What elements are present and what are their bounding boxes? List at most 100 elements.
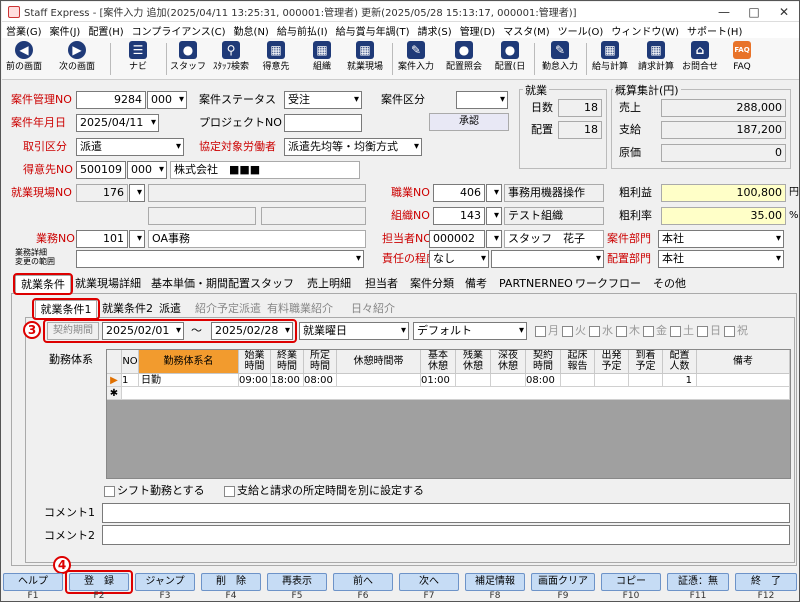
comment1-input[interactable]: [102, 503, 790, 523]
menu-item-jobs[interactable]: 案件(J): [46, 23, 85, 38]
org-button[interactable]: ▦ 組織: [302, 41, 342, 78]
grid-row-ot-break[interactable]: [456, 374, 491, 387]
work-select[interactable]: [129, 230, 145, 248]
prev-screen-button[interactable]: ◀ 前の画面: [4, 41, 44, 78]
job-no-input[interactable]: 9284: [76, 91, 146, 109]
grid-row-contract[interactable]: 08:00: [526, 374, 561, 387]
navi-button[interactable]: ☰ ナビ: [118, 41, 158, 78]
period-from-picker[interactable]: 2025/02/01: [102, 322, 184, 340]
weekday-sun-checkbox[interactable]: [697, 326, 708, 337]
grid-header-name[interactable]: 勤務体系名: [139, 350, 239, 374]
minimize-button[interactable]: —: [709, 2, 739, 22]
subtab-intro-dispatch[interactable]: 紹介予定派遣: [195, 300, 261, 318]
dept-select[interactable]: 本社: [658, 230, 784, 248]
tab-sales-detail[interactable]: 売上明細: [307, 275, 351, 293]
weekday-mon-checkbox[interactable]: [535, 326, 546, 337]
job-input-button[interactable]: ✎ 案件入力: [394, 41, 438, 78]
shift-checkbox[interactable]: [104, 486, 115, 497]
job-date-picker[interactable]: 2025/04/11: [76, 114, 159, 132]
grid-row-depart[interactable]: [595, 374, 629, 387]
grid-new-row[interactable]: [122, 387, 790, 400]
tab-unit-price[interactable]: 基本単価・期間配置スタッフ: [151, 275, 294, 293]
copy-button[interactable]: コピー: [601, 573, 661, 591]
menu-item-sales[interactable]: 営業(G): [2, 23, 46, 38]
resp-detail-select[interactable]: [491, 250, 604, 268]
menu-item-master[interactable]: マスタ(M): [499, 23, 553, 38]
site-no-input[interactable]: 176: [76, 184, 128, 202]
refresh-button[interactable]: 再表示: [267, 573, 327, 591]
maximize-button[interactable]: □: [739, 2, 769, 22]
labor-select[interactable]: 派遣先均等・均衡方式: [284, 138, 422, 156]
client-button[interactable]: ▦ 得意先: [256, 41, 296, 78]
tab-owner[interactable]: 担当者: [365, 275, 398, 293]
grid-row-count[interactable]: 1: [663, 374, 697, 387]
subtab-dispatch[interactable]: 派遣: [159, 300, 181, 318]
next-screen-button[interactable]: ▶ 次の画面: [52, 41, 102, 78]
separate-hours-checkbox[interactable]: [224, 486, 235, 497]
pattern-select[interactable]: デフォルト: [413, 322, 527, 340]
contract-period-button[interactable]: 契約期間: [47, 322, 99, 340]
menu-item-payroll[interactable]: 給与賞与年調(T): [332, 23, 414, 38]
comment2-input[interactable]: [102, 525, 790, 545]
assign-day-button[interactable]: ● 配置(日: [488, 41, 532, 78]
tab-partner[interactable]: PARTNER: [499, 275, 549, 293]
subtab-paid-placement[interactable]: 有料職業紹介: [267, 300, 333, 318]
tab-site-detail[interactable]: 就業現場詳細: [75, 275, 141, 293]
assign-dept-select[interactable]: 本社: [658, 250, 784, 268]
weekday-holiday-checkbox[interactable]: [724, 326, 735, 337]
tab-job-class[interactable]: 案件分類: [410, 275, 454, 293]
jump-button[interactable]: ジャンプ: [135, 573, 195, 591]
evidence-button[interactable]: 証憑：無: [667, 573, 729, 591]
grid-row-night-break[interactable]: [491, 374, 526, 387]
grid-row-end[interactable]: 18:00: [271, 374, 304, 387]
prev-button[interactable]: 前へ: [333, 573, 393, 591]
weekday-sat-checkbox[interactable]: [670, 326, 681, 337]
billing-calc-button[interactable]: ▦ 請求計算: [634, 41, 678, 78]
menu-item-assign[interactable]: 配置(H): [84, 23, 127, 38]
grid-row-arrive[interactable]: [629, 374, 663, 387]
grid-row-regular[interactable]: 08:00: [304, 374, 337, 387]
occupation-no-input[interactable]: 406: [433, 184, 485, 202]
menu-item-window[interactable]: ウィンドウ(W): [607, 23, 683, 38]
subtab-daily-intro[interactable]: 日々紹介: [351, 300, 395, 318]
weekday-tue-checkbox[interactable]: [562, 326, 573, 337]
next-button[interactable]: 次へ: [399, 573, 459, 591]
site-no-select[interactable]: [129, 184, 145, 202]
client-sub-select[interactable]: 000: [127, 161, 167, 179]
grid-row-name[interactable]: 日勤: [139, 374, 239, 387]
occupation-select[interactable]: [486, 184, 502, 202]
period-to-picker[interactable]: 2025/02/28: [211, 322, 293, 340]
menu-item-advance[interactable]: 給与前払(I): [273, 23, 332, 38]
close-button[interactable]: ✕: [769, 2, 799, 22]
attendance-input-button[interactable]: ✎ 勤怠入力: [536, 41, 584, 78]
payroll-calc-button[interactable]: ▦ 給与計算: [588, 41, 632, 78]
owner-no-input[interactable]: 000002: [429, 230, 485, 248]
client-no-input[interactable]: 500109: [76, 161, 126, 179]
menu-item-tools[interactable]: ツール(O): [554, 23, 608, 38]
grid-row-start[interactable]: 09:00: [239, 374, 271, 387]
project-input[interactable]: [284, 114, 362, 132]
tab-workflow[interactable]: ワークフロー: [575, 275, 641, 293]
job-status-select[interactable]: 受注: [284, 91, 362, 109]
grid-row-note[interactable]: [697, 374, 790, 387]
grid-row-basic-break[interactable]: 01:00: [421, 374, 456, 387]
contact-button[interactable]: ⌂ お問合せ: [678, 41, 722, 78]
supplement-button[interactable]: 補足情報: [465, 573, 525, 591]
tab-remarks[interactable]: 備考: [465, 275, 487, 293]
weekday-select[interactable]: 就業曜日: [299, 322, 409, 340]
org-select[interactable]: [486, 207, 502, 225]
menu-item-attendance[interactable]: 勤怠(N): [230, 23, 273, 38]
clear-screen-button[interactable]: 画面クリア: [531, 573, 595, 591]
exit-button[interactable]: 終 了: [735, 573, 797, 591]
menu-item-compliance[interactable]: コンプライアンス(C): [128, 23, 230, 38]
faq-button[interactable]: FAQ FAQ: [724, 41, 760, 78]
resp-select[interactable]: なし: [429, 250, 489, 268]
site-button[interactable]: ▦ 就業現場: [342, 41, 388, 78]
weekday-fri-checkbox[interactable]: [643, 326, 654, 337]
tab-neo[interactable]: NEO: [549, 275, 573, 293]
weekday-wed-checkbox[interactable]: [589, 326, 600, 337]
help-button[interactable]: ヘルプ: [3, 573, 63, 591]
scope-select[interactable]: [76, 250, 364, 268]
menu-item-admin[interactable]: 管理(D): [456, 23, 500, 38]
staff-search-button[interactable]: ⚲ ｽﾀｯﾌ検索: [208, 41, 254, 78]
